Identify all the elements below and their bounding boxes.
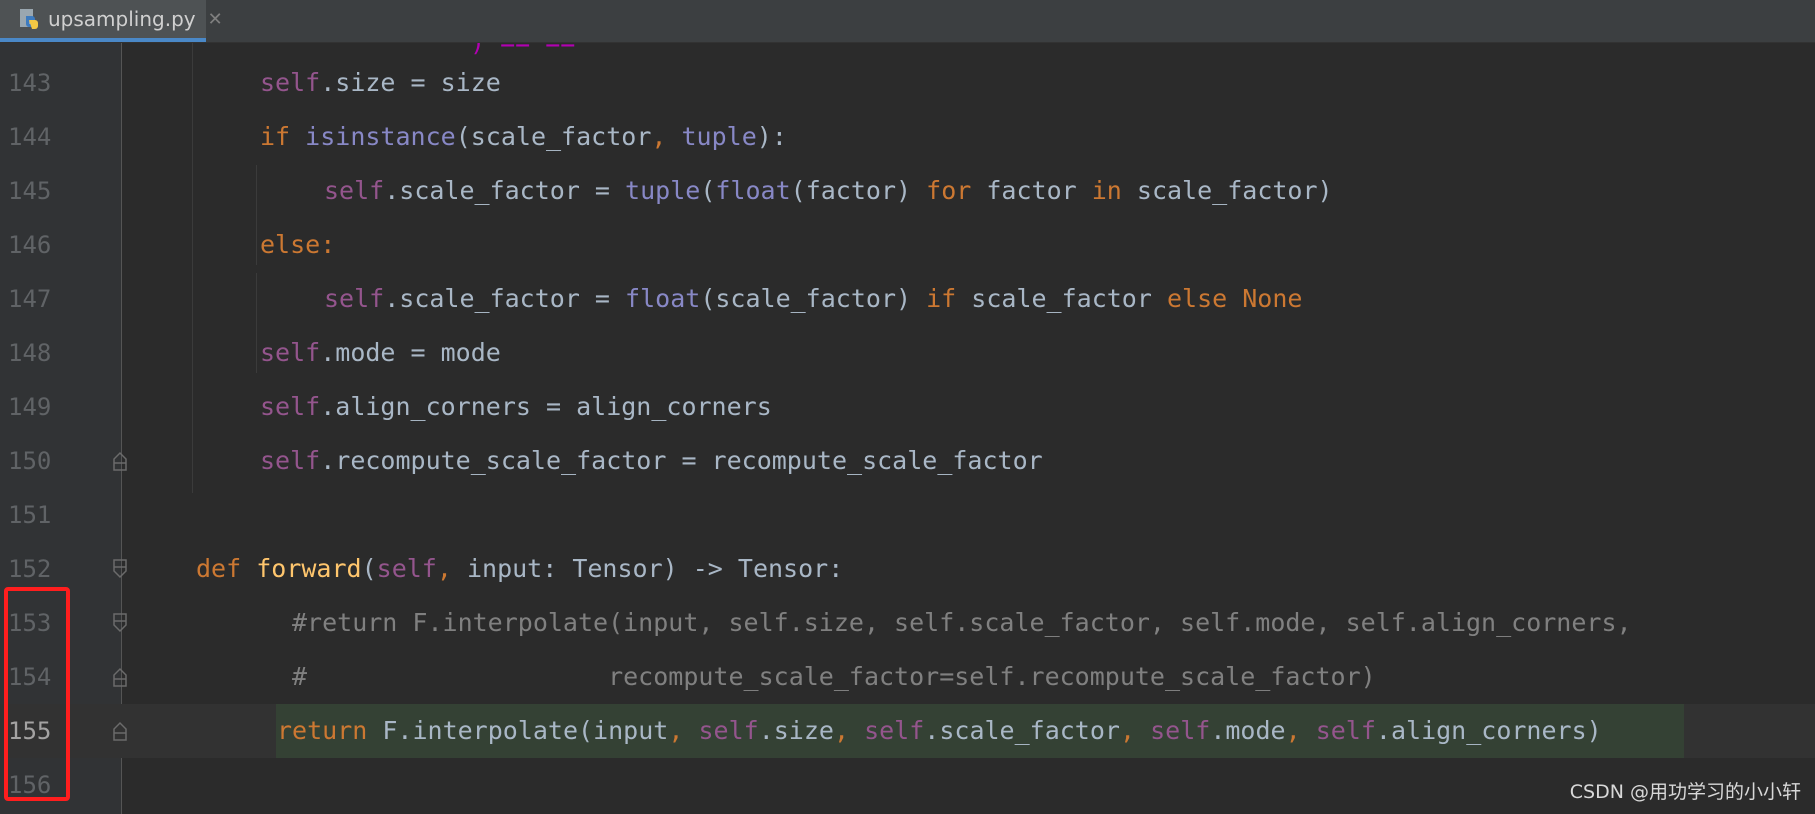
code-text: self.mode = mode: [260, 338, 501, 367]
code-text: self.recompute_scale_factor = recompute_…: [260, 446, 1043, 475]
python-file-icon: [18, 8, 40, 30]
code-line[interactable]: 148 self.mode = mode: [0, 326, 1815, 380]
close-icon[interactable]: ✕: [208, 9, 223, 30]
tab-label: upsampling.py: [48, 7, 196, 31]
code-line[interactable]: 144 if isinstance(scale_factor, tuple):: [0, 110, 1815, 164]
comment-text: # recompute_scale_factor=self.recompute_…: [292, 662, 1376, 691]
code-text: def forward(self, input: Tensor) -> Tens…: [196, 554, 844, 583]
tab-upsampling-py[interactable]: upsampling.py ✕: [0, 0, 223, 42]
line-number: 151: [8, 501, 52, 529]
watermark: CSDN @用功学习的小小轩: [1569, 781, 1801, 803]
code-line-current[interactable]: 155 return F.interpolate(input, self.siz…: [0, 704, 1815, 758]
code-line[interactable]: 147 self.scale_factor = float(scale_fact…: [0, 272, 1815, 326]
code-text: if isinstance(scale_factor, tuple):: [260, 122, 787, 151]
code-line[interactable]: 146 else:: [0, 218, 1815, 272]
annotation-highlight-box: [4, 587, 70, 801]
code-text: self.scale_factor = float(scale_factor) …: [324, 284, 1303, 313]
line-number: 146: [8, 231, 52, 259]
fold-start-icon[interactable]: [112, 559, 128, 579]
code-line[interactable]: 153 #return F.interpolate(input, self.si…: [0, 596, 1815, 650]
fold-end-icon[interactable]: [112, 451, 128, 471]
line-number: 150: [8, 447, 52, 475]
code-line[interactable]: 156: [0, 758, 1815, 812]
code-line[interactable]: 150 self.recompute_scale_factor = recomp…: [0, 434, 1815, 488]
line-number: 145: [8, 177, 52, 205]
code-line[interactable]: 149 self.align_corners = align_corners: [0, 380, 1815, 434]
code-line[interactable]: 145 self.scale_factor = tuple(float(fact…: [0, 164, 1815, 218]
code-line[interactable]: 154 # recompute_scale_factor=self.recomp…: [0, 650, 1815, 704]
code-text: return F.interpolate(input, self.size, s…: [277, 716, 1602, 745]
editor-tab-bar: upsampling.py ✕: [0, 0, 1815, 43]
code-text: self.scale_factor = tuple(float(factor) …: [324, 176, 1333, 205]
code-text: self.size = size: [260, 68, 501, 97]
line-number: 147: [8, 285, 52, 313]
fold-end-icon[interactable]: [112, 667, 128, 687]
code-line[interactable]: 151: [0, 488, 1815, 542]
line-number: 149: [8, 393, 52, 421]
code-editor[interactable]: ) == == 143 self.size = size 144 if isin…: [0, 43, 1815, 814]
code-text: self.align_corners = align_corners: [260, 392, 772, 421]
code-line[interactable]: 143 self.size = size: [0, 56, 1815, 110]
line-number: 143: [8, 69, 52, 97]
code-text: else:: [260, 230, 336, 259]
fold-start-icon[interactable]: [112, 613, 128, 633]
fold-end-icon[interactable]: [112, 721, 128, 741]
line-number: 144: [8, 123, 52, 151]
code-line[interactable]: 152 def forward(self, input: Tensor) -> …: [0, 542, 1815, 596]
comment-text: #return F.interpolate(input, self.size, …: [292, 608, 1632, 637]
line-number: 148: [8, 339, 52, 367]
